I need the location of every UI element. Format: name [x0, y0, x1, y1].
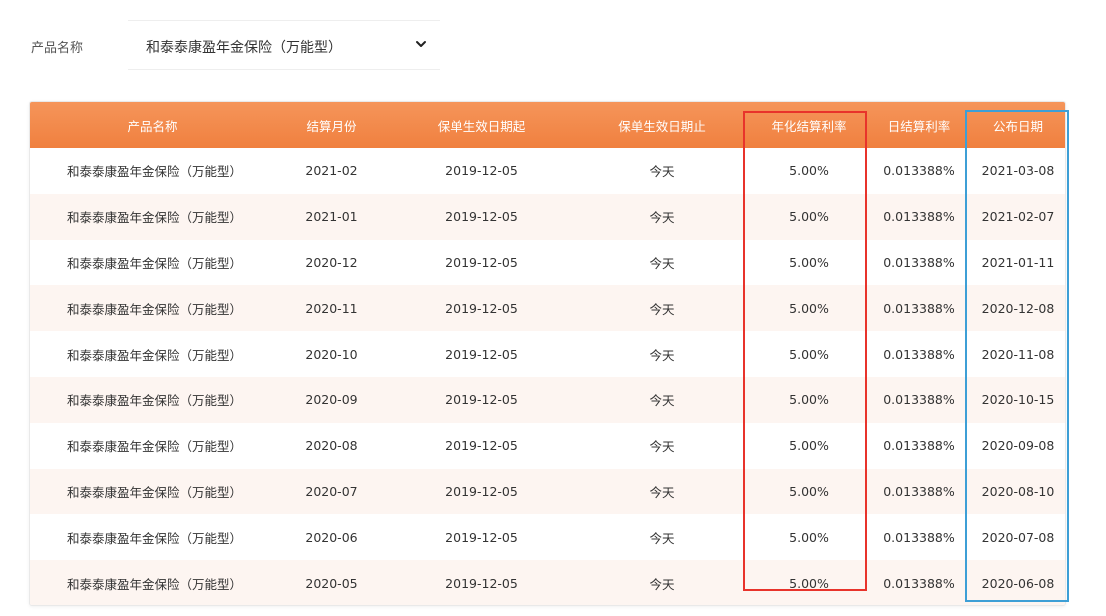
table-row: 和泰泰康盈年金保险（万能型） 2021-02 2019-12-05 今天 5.00% 0.… [30, 148, 1065, 194]
product-select-value: 和泰泰康盈年金保险（万能型） [146, 40, 342, 56]
cell-policy-start: 2019-12-05 [445, 529, 518, 545]
cell-policy-end: 今天 [649, 393, 675, 409]
table-row: 和泰泰康盈年金保险（万能型） 2020-08 2019-12-05 今天 5.00% 0.… [30, 423, 1065, 469]
cell-policy-end: 今天 [649, 210, 675, 226]
cell-publish-date: 2020-08-10 [981, 483, 1055, 499]
cell-policy-start: 2019-12-05 [445, 209, 518, 225]
cell-policy-end: 今天 [649, 530, 675, 546]
cell-policy-end: 今天 [649, 255, 675, 271]
cell-daily-rate: 0.013388% [883, 483, 955, 499]
cell-daily-rate: 0.013388% [883, 300, 955, 316]
rates-table: 产品名称 结算月份 保单生效日期起 保单生效日期止 年化结算利率 日结算利率 公… [29, 101, 1066, 606]
cell-settlement-month: 2020-11 [305, 300, 358, 316]
product-name-label: 产品名称 [31, 41, 84, 56]
cell-settlement-month: 2020-10 [305, 346, 358, 362]
cell-policy-start: 2019-12-05 [445, 163, 518, 179]
cell-settlement-month: 2020-09 [305, 392, 358, 408]
cell-settlement-month: 2020-05 [305, 575, 358, 591]
table-row: 和泰泰康盈年金保险（万能型） 2020-12 2019-12-05 今天 5.00% 0.… [30, 240, 1065, 286]
cell-policy-start: 2019-12-05 [445, 300, 518, 316]
cell-publish-date: 2020-06-08 [981, 575, 1055, 591]
cell-annual-rate: 5.00% [789, 575, 829, 591]
table-row: 和泰泰康盈年金保险（万能型） 2020-06 2019-12-05 今天 5.00% 0.… [30, 514, 1065, 560]
cell-settlement-month: 2021-01 [305, 209, 358, 225]
product-select[interactable]: 和泰泰康盈年金保险（万能型） [128, 20, 440, 70]
cell-policy-start: 2019-12-05 [445, 483, 518, 499]
cell-daily-rate: 0.013388% [883, 529, 955, 545]
cell-product-name: 和泰泰康盈年金保险（万能型） [67, 576, 243, 592]
cell-publish-date: 2021-02-07 [981, 209, 1055, 225]
cell-product-name: 和泰泰康盈年金保险（万能型） [67, 255, 243, 271]
header-product-name: 产品名称 [127, 118, 178, 134]
cell-annual-rate: 5.00% [789, 529, 829, 545]
cell-product-name: 和泰泰康盈年金保险（万能型） [67, 484, 243, 500]
header-settlement-month: 结算月份 [306, 118, 357, 134]
table-row: 和泰泰康盈年金保险（万能型） 2020-11 2019-12-05 今天 5.00% 0.… [30, 285, 1065, 332]
cell-product-name: 和泰泰康盈年金保险（万能型） [67, 301, 243, 317]
cell-publish-date: 2021-01-11 [981, 254, 1055, 270]
header-daily-rate: 日结算利率 [887, 118, 951, 134]
cell-settlement-month: 2020-08 [305, 438, 358, 454]
cell-product-name: 和泰泰康盈年金保险（万能型） [67, 393, 243, 409]
cell-daily-rate: 0.013388% [883, 438, 955, 454]
product-filter: 产品名称 和泰泰康盈年金保险（万能型） [0, 18, 1106, 72]
chevron-down-icon [416, 41, 426, 47]
cell-daily-rate: 0.013388% [883, 209, 955, 225]
cell-product-name: 和泰泰康盈年金保险（万能型） [67, 530, 243, 546]
cell-daily-rate: 0.013388% [883, 163, 955, 179]
cell-settlement-month: 2021-02 [305, 163, 358, 179]
cell-policy-start: 2019-12-05 [445, 392, 518, 408]
cell-publish-date: 2020-07-08 [981, 529, 1055, 545]
cell-annual-rate: 5.00% [789, 254, 829, 270]
cell-product-name: 和泰泰康盈年金保险（万能型） [67, 347, 243, 363]
header-publish-date: 公布日期 [992, 118, 1043, 134]
cell-policy-end: 今天 [649, 301, 675, 317]
table-row: 和泰泰康盈年金保险（万能型） 2021-01 2019-12-05 今天 5.00% 0.… [30, 193, 1065, 240]
table-header-row: 产品名称 结算月份 保单生效日期起 保单生效日期止 年化结算利率 日结算利率 公… [30, 102, 1065, 148]
table-row: 和泰泰康盈年金保险（万能型） 2020-10 2019-12-05 今天 5.00% 0.… [30, 331, 1065, 377]
cell-policy-end: 今天 [649, 439, 675, 455]
cell-settlement-month: 2020-06 [305, 529, 358, 545]
table-row: 和泰泰康盈年金保险（万能型） 2020-05 2019-12-05 今天 5.00% 0.… [30, 560, 1065, 605]
cell-publish-date: 2020-10-15 [981, 392, 1055, 408]
cell-daily-rate: 0.013388% [883, 346, 955, 362]
cell-annual-rate: 5.00% [789, 346, 829, 362]
header-policy-start: 保单生效日期起 [437, 118, 526, 134]
cell-policy-end: 今天 [649, 484, 675, 500]
cell-product-name: 和泰泰康盈年金保险（万能型） [67, 439, 243, 455]
cell-annual-rate: 5.00% [789, 300, 829, 316]
cell-policy-end: 今天 [649, 576, 675, 592]
cell-settlement-month: 2020-12 [305, 254, 358, 270]
cell-product-name: 和泰泰康盈年金保险（万能型） [67, 210, 243, 226]
cell-policy-start: 2019-12-05 [445, 575, 518, 591]
cell-annual-rate: 5.00% [789, 483, 829, 499]
table-row: 和泰泰康盈年金保险（万能型） 2020-09 2019-12-05 今天 5.00% 0.… [30, 376, 1065, 423]
cell-annual-rate: 5.00% [789, 392, 829, 408]
cell-annual-rate: 5.00% [789, 163, 829, 179]
cell-publish-date: 2020-11-08 [981, 346, 1055, 362]
cell-policy-start: 2019-12-05 [445, 438, 518, 454]
cell-policy-start: 2019-12-05 [445, 254, 518, 270]
header-annual-rate: 年化结算利率 [771, 118, 847, 134]
cell-annual-rate: 5.00% [789, 209, 829, 225]
cell-publish-date: 2020-09-08 [981, 438, 1055, 454]
cell-product-name: 和泰泰康盈年金保险（万能型） [67, 164, 243, 180]
cell-daily-rate: 0.013388% [883, 392, 955, 408]
cell-publish-date: 2021-03-08 [981, 163, 1055, 179]
cell-daily-rate: 0.013388% [883, 254, 955, 270]
cell-daily-rate: 0.013388% [883, 575, 955, 591]
cell-policy-end: 今天 [649, 347, 675, 363]
cell-policy-end: 今天 [649, 164, 675, 180]
cell-settlement-month: 2020-07 [305, 483, 358, 499]
cell-annual-rate: 5.00% [789, 438, 829, 454]
cell-publish-date: 2020-12-08 [981, 300, 1055, 316]
cell-policy-start: 2019-12-05 [445, 346, 518, 362]
header-policy-end: 保单生效日期止 [618, 118, 706, 134]
table-row: 和泰泰康盈年金保险（万能型） 2020-07 2019-12-05 今天 5.00% 0.… [30, 468, 1065, 515]
